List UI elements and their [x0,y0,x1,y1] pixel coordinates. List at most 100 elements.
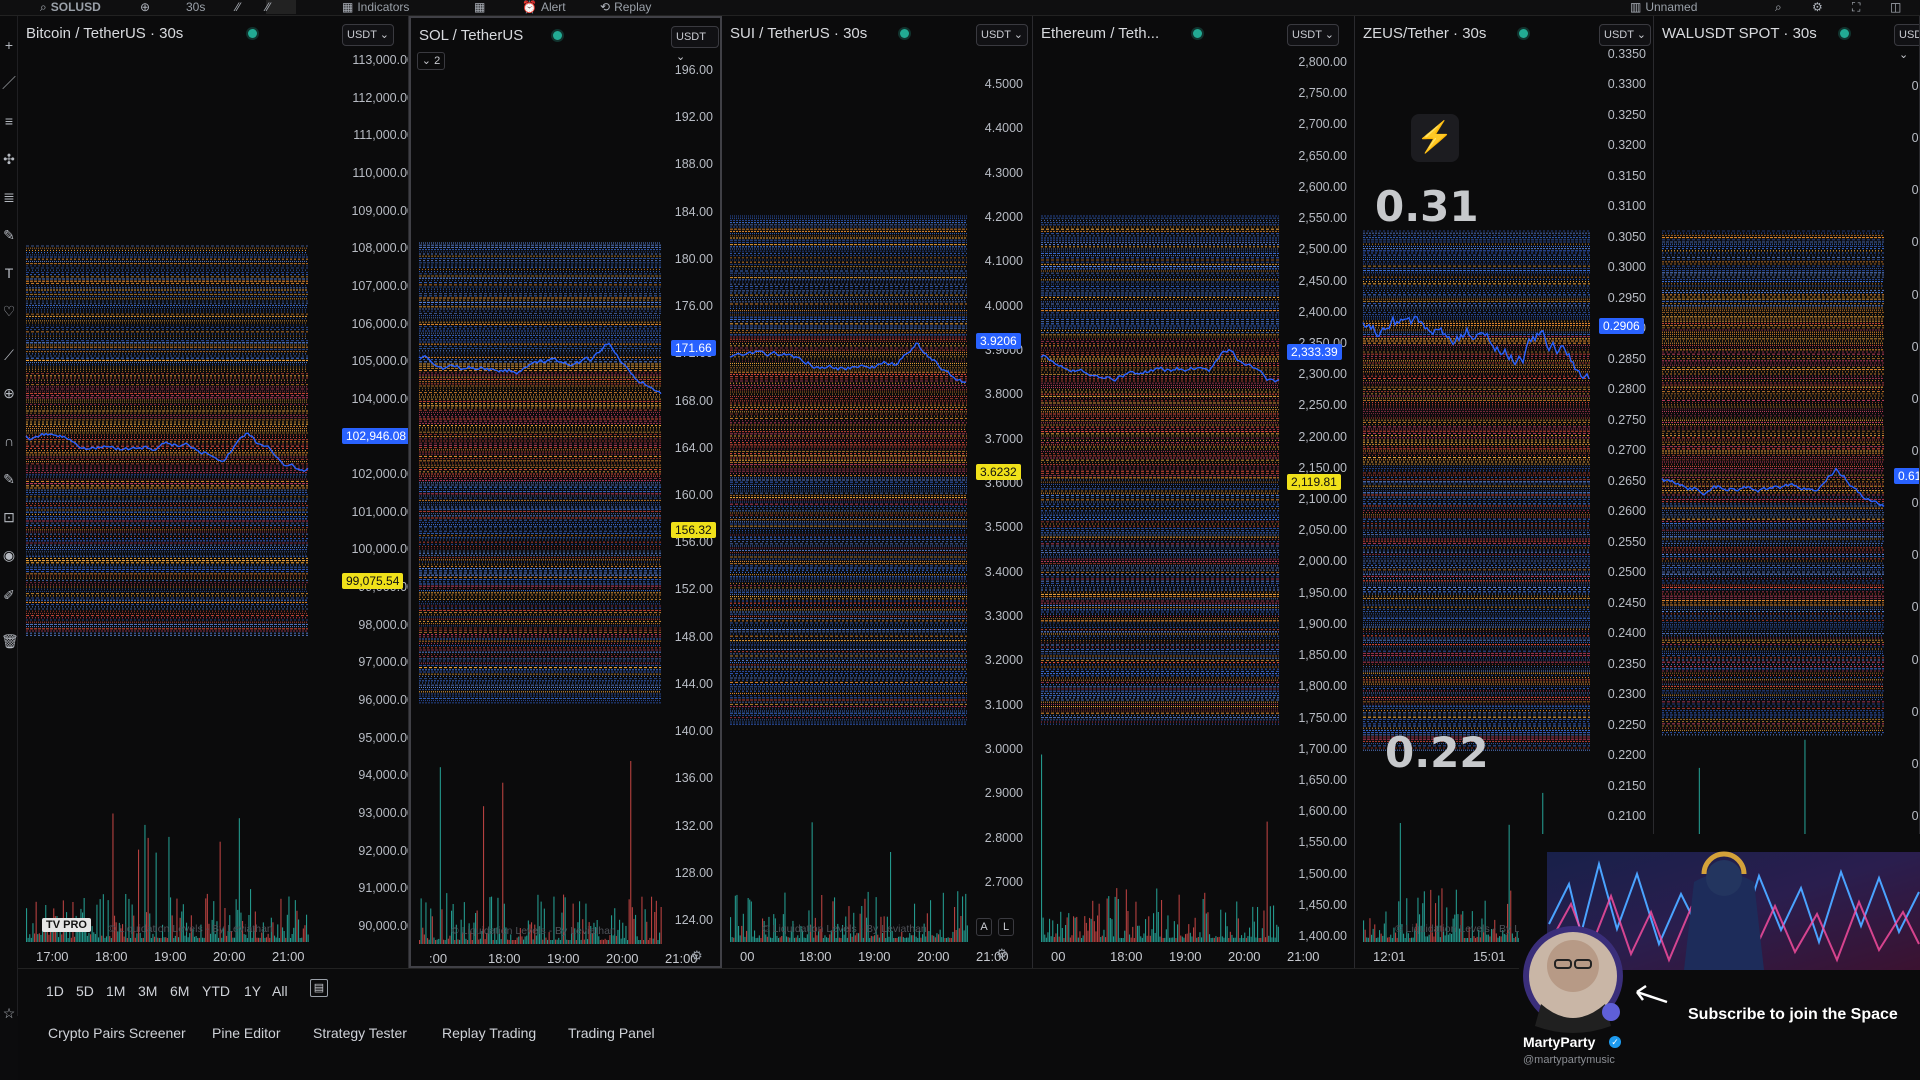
range-button[interactable]: 6M [170,983,189,999]
volume-bar [816,935,818,942]
price-axis[interactable]: USDT ⌄ 113,000.00 112,000.00 111,000.00 110,… [340,16,409,968]
price-axis[interactable]: USDT ⌄ 4.5000 4.4000 4.3000 4.2000 4.1000 4.00… [974,16,1029,968]
price-axis-label: 92,000.00 [358,844,409,858]
chart-title[interactable]: ZEUS/Tether · 30s [1363,25,1486,42]
price-axis[interactable]: USDT ⌄ 0.76 0.74 0.72 0.70 0.68 0.66 0.64 0.62 0.… [1892,16,1919,968]
fullscreen-button[interactable]: ⛶ [1852,0,1860,14]
chart-panel[interactable]: Bitcoin / TetherUS · 30s USDT ⌄ 113,000.00… [18,16,409,968]
replay-button[interactable]: ⟲ Replay [600,0,651,14]
price-plot[interactable] [1654,16,1896,968]
volume-bar [885,938,887,942]
volume-bar [1209,934,1211,942]
volume-bar [26,908,28,942]
range-button[interactable]: 1M [106,983,125,999]
lock-drawing-icon[interactable]: ✎ [1,470,17,488]
volume-bar [1053,937,1055,942]
currency-select[interactable]: USDT ⌄ [976,24,1029,46]
magnet-icon[interactable]: ∩ [1,432,17,450]
volume-bar [655,900,657,944]
chart-title[interactable]: Ethereum / Teth... [1041,25,1159,42]
price-axis[interactable]: USDT ⌄ 0.3350 0.3300 0.3250 0.3200 0.3150 0.31… [1597,16,1652,968]
chart-title[interactable]: Bitcoin / TetherUS · 30s [26,25,183,42]
chart-panel[interactable]: SOL / TetherUS ⌄ 2 USDT ⌄ 196.00 192.00 188.0… [409,16,722,968]
chart-title[interactable]: WALUSDT SPOT · 30s [1662,25,1817,42]
bottom-tab[interactable]: Replay Trading [442,1025,536,1041]
star-icon[interactable]: ☆ [1,1004,17,1022]
layout-name[interactable]: ▥ Unnamed [1630,0,1697,14]
price-plot[interactable] [1355,16,1602,968]
chart-type-button[interactable]: ⁄⁄ [236,0,240,14]
price-plot[interactable] [1033,16,1291,968]
range-button[interactable]: 1D [46,983,64,999]
bar-style-button[interactable]: ⁄⁄ [266,0,296,14]
indicator-count: 2 [434,55,441,67]
lock-icon[interactable]: ⊡ [1,508,17,526]
fib-icon[interactable]: ≡ [1,112,17,130]
crosshair-icon[interactable]: + [1,36,17,54]
range-button[interactable]: 1Y [244,983,261,999]
chart-settings-icon[interactable]: ⚙ [691,948,703,964]
heart-icon[interactable]: ♡ [1,302,17,320]
price-plot[interactable] [722,16,979,968]
volume-bar [1087,930,1089,942]
bottom-tab[interactable]: Strategy Tester [313,1025,407,1041]
chart-panel[interactable]: WALUSDT SPOT · 30s USDT ⌄ 0.76 0.74 0.72 0.70… [1654,16,1920,968]
volume-bar [1143,933,1145,942]
chevron-down-icon: ⌄ [676,51,686,63]
volume-bar [1379,930,1381,942]
currency-select[interactable]: USDT ⌄ [1599,24,1652,46]
volume-bar [444,940,446,944]
ruler-icon[interactable]: ⟋ [1,346,17,364]
range-button[interactable]: 3M [138,983,157,999]
chart-settings-icon[interactable]: ⚙ [996,946,1008,962]
settings-button[interactable]: ⚙ [1812,0,1823,14]
price-axis-label: 0.3100 [1607,199,1646,213]
projection-icon[interactable]: ≣ [1,188,17,206]
trash-icon[interactable]: 🗑 [1,632,19,650]
pencil-icon[interactable]: ✐ [1,586,17,604]
volume-bar [226,935,228,942]
bottom-tab[interactable]: Trading Panel [568,1025,655,1041]
zoom-icon[interactable]: ⊕ [1,384,17,402]
compare-button[interactable]: ⊕ [140,0,150,14]
chart-title[interactable]: SUI / TetherUS · 30s [730,25,867,42]
chart-panel[interactable]: Ethereum / Teth... USDT ⌄ 2,800.00 2,750.00… [1033,16,1355,968]
currency-select[interactable]: USDT ⌄ [1894,24,1919,61]
price-axis[interactable]: USDT ⌄ 196.00 192.00 188.00 184.00 180.00 176.… [669,18,719,966]
calendar-icon[interactable]: ▤ [310,979,328,997]
bottom-tab[interactable]: Crypto Pairs Screener [48,1025,186,1041]
pattern-icon[interactable]: ✣ [1,150,17,168]
time-axis-label: 20:00 [1228,949,1261,964]
currency-select[interactable]: USDT ⌄ [1287,24,1340,46]
volume-bar [459,939,461,944]
chart-panel[interactable]: SUI / TetherUS · 30s USDT ⌄ 4.5000 4.4000 4.… [722,16,1033,968]
snapshot-button[interactable]: ◫ [1890,0,1901,14]
volume-bar [1225,912,1227,942]
interval-button[interactable]: 30s [186,0,205,14]
price-plot[interactable] [411,18,673,968]
price-axis[interactable]: USDT ⌄ 2,800.00 2,750.00 2,700.00 2,650.00 2,… [1285,16,1353,968]
range-button[interactable]: All [272,983,288,999]
layouts-button[interactable]: ▦ [474,0,485,14]
symbol-search[interactable]: ⌕ SOLUSD [40,0,101,14]
chart-title[interactable]: SOL / TetherUS [419,27,523,44]
price-plot[interactable] [18,16,320,968]
volume-bar [471,940,473,944]
text-icon[interactable]: T [1,264,17,282]
log-scale-button[interactable]: L [998,918,1014,936]
volume-bar [960,916,962,942]
indicators-button[interactable]: ▦ Indicators [342,0,409,14]
trendline-icon[interactable]: ／ [1,74,17,92]
indicator-collapse-button[interactable]: ⌄ 2 [417,52,445,70]
brush-icon[interactable]: ✎ [1,226,17,244]
quick-search-button[interactable]: ⌕ [1775,0,1782,14]
eye-icon[interactable]: ◉ [1,546,17,564]
range-button[interactable]: 5D [76,983,94,999]
currency-select[interactable]: USDT ⌄ [671,26,719,63]
range-button[interactable]: YTD [202,983,230,999]
bottom-tab[interactable]: Pine Editor [212,1025,280,1041]
alert-button[interactable]: ⏰ Alert [522,0,566,14]
chart-panel[interactable]: ZEUS/Tether · 30s USDT ⌄ 0.3350 0.3300 0.325… [1355,16,1654,968]
auto-scale-button[interactable]: A [976,918,992,936]
currency-select[interactable]: USDT ⌄ [342,24,395,46]
